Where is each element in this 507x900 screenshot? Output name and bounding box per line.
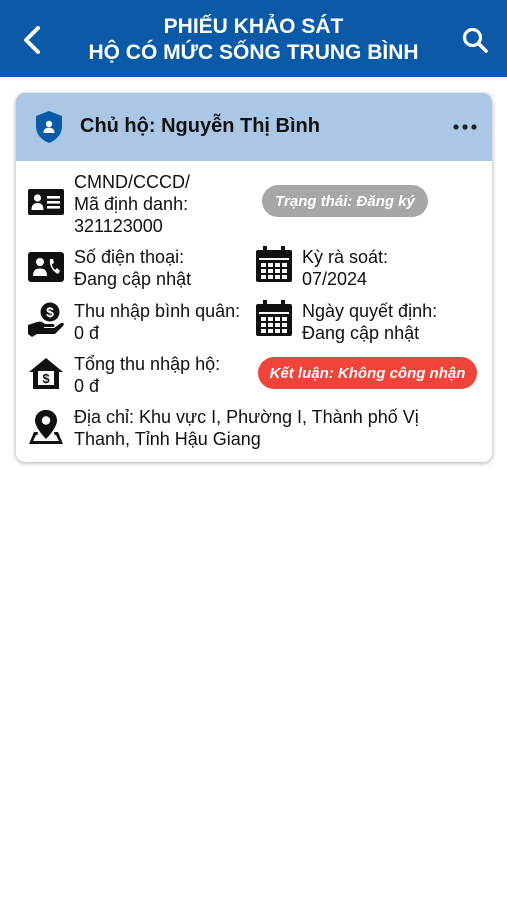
total-income-value: 0 đ xyxy=(74,376,100,396)
address-line-1: Địa chỉ: Khu vực I, Phường I, Thành phố … xyxy=(74,407,419,427)
title-line-2: HỘ CÓ MỨC SỐNG TRUNG BÌNH xyxy=(88,41,419,64)
svg-text:$: $ xyxy=(42,371,50,386)
chevron-left-icon xyxy=(24,26,40,54)
id-value: 321123000 xyxy=(74,216,163,236)
app-header: PHIẾU KHẢO SÁT HỘ CÓ MỨC SỐNG TRUNG BÌNH xyxy=(0,0,507,77)
conclusion-badge: Kết luận: Không công nhận xyxy=(258,357,477,389)
household-card[interactable]: Chủ hộ: Nguyễn Thị Bình CMND/CCCD/ Mã đị… xyxy=(16,93,492,462)
title-line-1: PHIẾU KHẢO SÁT xyxy=(163,15,344,38)
shield-user-icon xyxy=(36,111,62,143)
house-money-icon: $ xyxy=(29,358,63,389)
decision-date-value: Đang cập nhật xyxy=(302,323,420,343)
more-options-button[interactable] xyxy=(450,115,480,139)
search-icon xyxy=(462,27,488,53)
income-hand-icon: $ xyxy=(28,302,64,337)
search-button[interactable] xyxy=(457,22,493,58)
contact-phone-icon xyxy=(28,252,64,282)
page-title: PHIẾU KHẢO SÁT HỘ CÓ MỨC SỐNG TRUNG BÌNH xyxy=(70,14,437,66)
review-period-label: Kỳ rà soát: xyxy=(302,247,389,267)
svg-text:$: $ xyxy=(46,304,54,320)
more-horizontal-icon xyxy=(453,124,477,130)
total-income-label: Tổng thu nhập hộ: xyxy=(74,354,221,374)
review-period-value: 07/2024 xyxy=(302,269,368,289)
back-button[interactable] xyxy=(14,22,50,58)
decision-date-label: Ngày quyết định: xyxy=(302,301,438,321)
id-label-line-2: Mã định danh: xyxy=(74,194,189,214)
id-card-icon xyxy=(28,189,64,215)
household-owner-name: Chủ hộ: Nguyễn Thị Bình xyxy=(80,115,320,137)
phone-value: Đang cập nhật xyxy=(74,269,192,289)
phone-label: Số điện thoại: xyxy=(74,247,185,267)
status-badge: Trạng thái: Đăng ký xyxy=(262,185,428,217)
address-line-2: Thanh, Tỉnh Hậu Giang xyxy=(74,429,261,449)
calendar-icon xyxy=(256,300,292,336)
card-header: Chủ hộ: Nguyễn Thị Bình xyxy=(16,93,492,161)
calendar-icon xyxy=(256,246,292,282)
avg-income-value: 0 đ xyxy=(74,323,100,343)
map-pin-icon xyxy=(29,410,63,444)
avg-income-label: Thu nhập bình quân: xyxy=(74,301,241,321)
id-label-line-1: CMND/CCCD/ xyxy=(74,172,190,192)
